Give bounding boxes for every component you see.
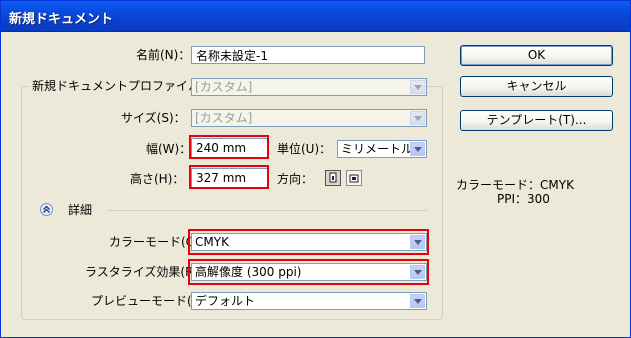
portrait-orientation-button[interactable]: [325, 170, 341, 186]
width-label: 幅(W)：: [146, 142, 192, 156]
chevron-down-icon: [414, 299, 422, 304]
orientation-label: 方向：: [277, 172, 314, 186]
profile-dropdown-button[interactable]: [410, 80, 425, 94]
collapse-advanced-button[interactable]: [40, 203, 53, 216]
raster-effects-highlight: [188, 259, 429, 285]
chevron-down-icon: [414, 85, 422, 90]
ok-button[interactable]: OK: [460, 45, 613, 66]
double-chevron-up-icon: [43, 205, 50, 213]
chevron-down-icon: [414, 147, 422, 152]
advanced-label: 詳細: [68, 203, 93, 217]
name-label: 名前(N)：: [136, 48, 191, 62]
cancel-button[interactable]: キャンセル: [460, 76, 613, 97]
unit-select-value: ミリメートル: [341, 142, 414, 156]
size-select[interactable]: [カスタム]: [191, 109, 427, 127]
advanced-divider: [107, 210, 427, 211]
template-button[interactable]: テンプレート(T)...: [460, 110, 613, 131]
window-title: 新規ドキュメント: [9, 12, 114, 27]
unit-dropdown-button[interactable]: [410, 142, 425, 156]
name-input[interactable]: 名称未設定-1: [191, 46, 425, 64]
new-document-dialog: 新規ドキュメント 名前(N)： 名称未設定-1 新規ドキュメントプロファイル(P…: [0, 0, 631, 338]
size-label: サイズ(S)：: [121, 111, 186, 125]
profile-select-value: [カスタム]: [195, 80, 253, 94]
profile-select[interactable]: [カスタム]: [191, 78, 427, 96]
chevron-down-icon: [414, 116, 422, 121]
height-label: 高さ(H)：: [130, 172, 185, 186]
height-highlight: [189, 165, 269, 189]
title-bar[interactable]: 新規ドキュメント: [1, 1, 630, 32]
size-select-value: [カスタム]: [195, 111, 253, 125]
landscape-icon: [349, 174, 359, 183]
unit-select[interactable]: ミリメートル: [337, 140, 427, 158]
unit-label: 単位(U)：: [277, 142, 332, 156]
size-dropdown-button[interactable]: [410, 111, 425, 125]
preview-mode-select[interactable]: デフォルト: [191, 292, 427, 310]
landscape-orientation-button[interactable]: [346, 170, 362, 186]
color-mode-highlight: [188, 229, 429, 255]
ppi-info: PPI：300: [497, 192, 550, 206]
preview-mode-select-value: デフォルト: [195, 294, 256, 308]
portrait-icon: [329, 172, 337, 183]
preview-mode-dropdown-button[interactable]: [410, 294, 425, 308]
width-highlight: [189, 135, 269, 159]
